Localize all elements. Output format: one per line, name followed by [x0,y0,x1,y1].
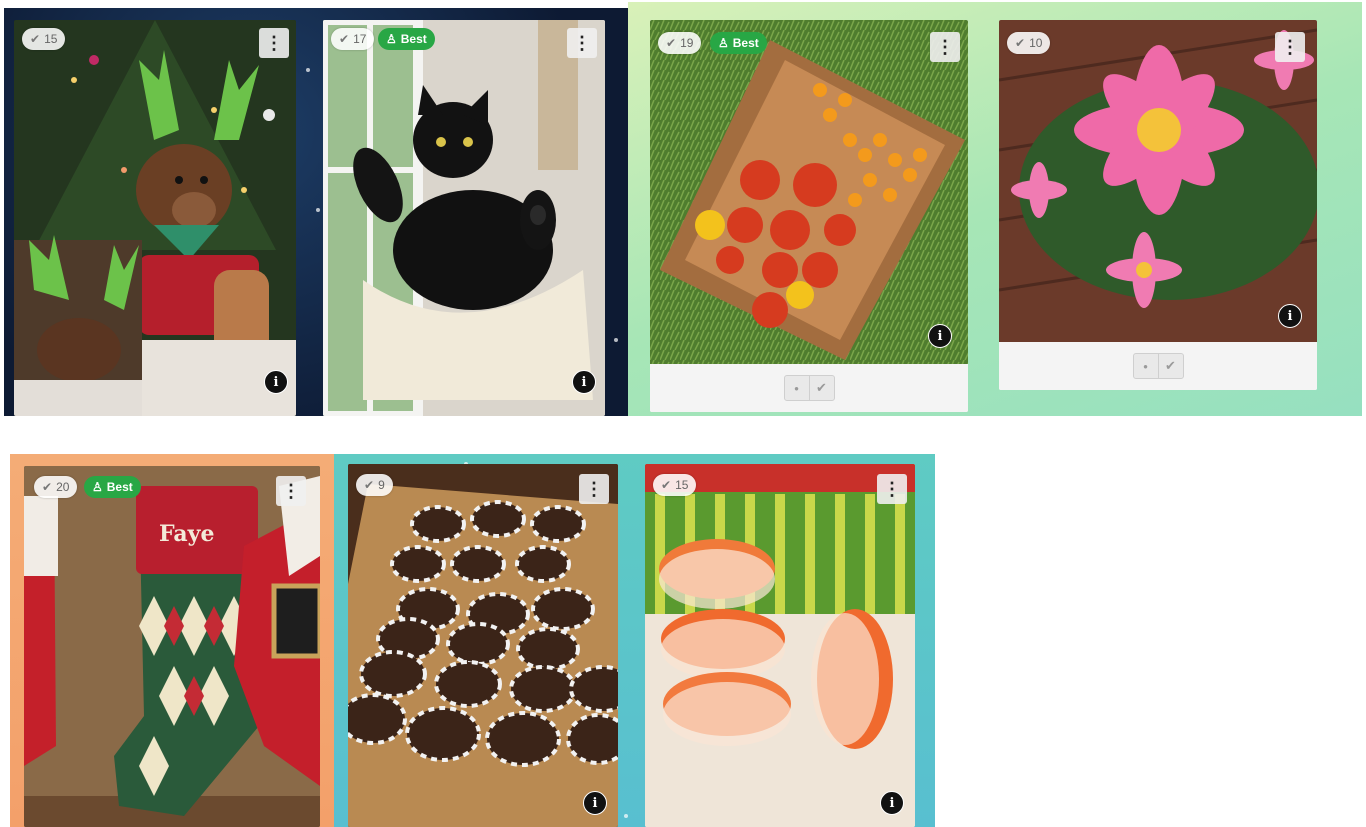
photo-card-cookies[interactable]: ✔ 9 ⋮ i [348,464,618,827]
vote-dot[interactable]: • [785,376,809,400]
check-icon[interactable]: ✔ [808,376,834,400]
check-icon[interactable]: ✔ [1157,354,1183,378]
trophy-icon: ♙ [386,32,397,46]
photo-card-dog[interactable]: ✔ 15 ⋮ i [14,20,296,416]
vote-count-badge: ✔ 9 [356,474,393,496]
vote-footer: • ✔ [999,342,1317,390]
info-icon[interactable]: i [880,791,904,815]
vote-dot[interactable]: • [1134,354,1158,378]
vote-count-badge: ✔ 15 [653,474,697,496]
macarons-photo [645,464,915,827]
vote-count-badge: ✔ 20 [34,476,78,498]
vote-footer: • ✔ [650,364,968,412]
kebab-menu-icon[interactable]: ⋮ [877,474,907,504]
trophy-icon: ♙ [718,36,729,50]
vote-count: 17 [353,32,367,46]
best-label: Best [106,480,133,494]
info-icon[interactable]: i [1278,304,1302,328]
vote-count-badge: ✔ 17 [331,28,375,50]
vote-count: 9 [378,478,385,492]
snow-dot [306,68,310,72]
check-icon: ✔ [661,478,672,492]
photo-card-dahlia[interactable]: ✔ 10 ⋮ i • ✔ [999,20,1317,390]
vote-count: 15 [44,32,58,46]
cookies-photo [348,464,618,827]
vote-count-badge: ✔ 10 [1007,32,1051,54]
best-badge: ♙ Best [378,28,435,50]
photo-card-cat[interactable]: ✔ 17 ♙ Best ⋮ i [323,20,605,416]
kebab-menu-icon[interactable]: ⋮ [567,28,597,58]
check-icon: ✔ [666,36,677,50]
info-icon[interactable]: i [264,370,288,394]
info-icon[interactable]: i [572,370,596,394]
vote-count: 20 [56,480,70,494]
stockings-photo: Faye [24,466,320,827]
vote-count: 19 [680,36,694,50]
info-icon[interactable]: i [583,791,607,815]
kebab-menu-icon[interactable]: ⋮ [579,474,609,504]
vote-toggle[interactable]: • ✔ [783,375,835,401]
entry-panel-teal: ✔ 9 ⋮ i ✔ 15 ⋮ i [334,454,935,827]
vote-count: 10 [1029,36,1043,50]
best-label: Best [732,36,759,50]
kebab-menu-icon[interactable]: ⋮ [930,32,960,62]
vote-toggle[interactable]: • ✔ [1132,353,1184,379]
best-badge: ♙ Best [710,32,767,54]
vote-count-badge: ✔ 19 [658,32,702,54]
dog-photo [14,20,296,416]
check-icon: ✔ [42,480,53,494]
snow-dot [614,338,618,342]
kebab-menu-icon[interactable]: ⋮ [1275,32,1305,62]
check-icon: ✔ [1015,36,1026,50]
kebab-menu-icon[interactable]: ⋮ [259,28,289,58]
dahlia-photo [999,20,1317,342]
check-icon: ✔ [30,32,41,46]
cat-photo [323,20,605,416]
photo-card-macarons[interactable]: ✔ 15 ⋮ i [645,464,915,827]
vote-count-badge: ✔ 15 [22,28,66,50]
best-label: Best [400,32,427,46]
photo-card-tomatoes[interactable]: ✔ 19 ♙ Best ⋮ i • ✔ [650,20,968,412]
vote-count: 15 [675,478,689,492]
kebab-menu-icon[interactable]: ⋮ [276,476,306,506]
trophy-icon: ♙ [92,480,103,494]
check-icon: ✔ [339,32,350,46]
best-badge: ♙ Best [84,476,141,498]
entry-panel-peach: Faye ✔ 20 ♙ Best ⋮ [10,454,334,827]
check-icon: ✔ [364,478,375,492]
entry-panel-mint: ✔ 19 ♙ Best ⋮ i • ✔ ✔ 10 ⋮ i • ✔ [628,2,1362,416]
info-icon[interactable]: i [928,324,952,348]
tomatoes-photo [650,20,968,364]
entry-panel-night: ✔ 15 ⋮ i ✔ 17 ♙ Best ⋮ i [4,8,628,416]
snow-dot [316,208,320,212]
snow-dot [624,814,628,818]
stocking-name: Faye [159,521,214,547]
photo-card-stockings[interactable]: Faye ✔ 20 ♙ Best ⋮ [24,466,320,827]
